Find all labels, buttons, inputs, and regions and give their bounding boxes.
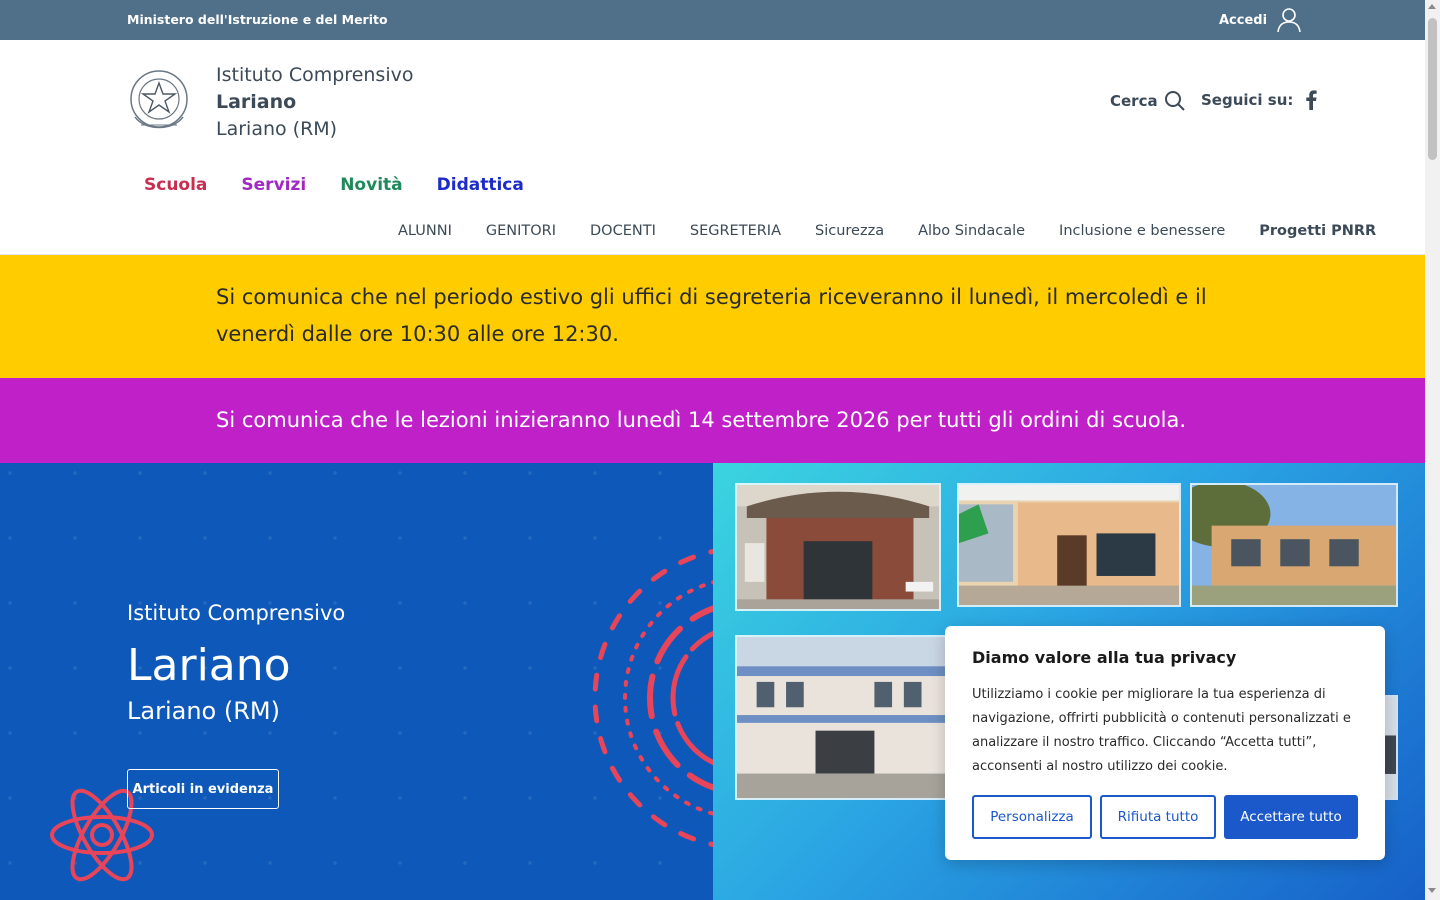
featured-articles-button[interactable]: Articoli in evidenza [127, 769, 279, 809]
cookie-reject-button[interactable]: Rifiuta tutto [1100, 795, 1216, 839]
cookie-customize-button[interactable]: Personalizza [972, 795, 1092, 839]
cookie-accept-button[interactable]: Accettare tutto [1224, 795, 1358, 839]
follow-label: Seguici su: [1201, 91, 1294, 109]
ministry-link[interactable]: Ministero dell'Istruzione e del Merito [127, 12, 388, 27]
subnav-segreteria[interactable]: SEGRETERIA [690, 223, 781, 239]
school-location: Lariano (RM) [216, 118, 338, 140]
notice-text: Si comunica che le lezioni inizieranno l… [216, 408, 1187, 432]
top-bar: Ministero dell'Istruzione e del Merito A… [0, 0, 1425, 40]
school-photo-main-building [735, 635, 951, 800]
subnav-genitori[interactable]: GENITORI [486, 223, 556, 239]
scrollbar-thumb[interactable] [1428, 18, 1437, 160]
social-follow: Seguici su: [1201, 90, 1318, 110]
cookie-title: Diamo valore alla tua privacy [972, 648, 1237, 667]
hero-title-block: Istituto Comprensivo Lariano Lariano (RM… [127, 601, 345, 725]
subnav-inclusione[interactable]: Inclusione e benessere [1059, 223, 1225, 239]
secondary-nav: ALUNNI GENITORI DOCENTI SEGRETERIA Sicur… [398, 223, 1376, 239]
republic-emblem-icon [130, 70, 188, 129]
notice-text: Si comunica che nel periodo estivo gli u… [216, 285, 1207, 346]
user-icon [1277, 8, 1301, 33]
school-photo-courtyard [957, 483, 1181, 607]
page-scrollbar[interactable] [1425, 0, 1440, 900]
subnav-albo-sindacale[interactable]: Albo Sindacale [918, 223, 1025, 239]
subnav-progetti-pnrr[interactable]: Progetti PNRR [1259, 223, 1376, 239]
school-brand[interactable]: Istituto Comprensivo Lariano Lariano (RM… [216, 62, 413, 143]
search-icon [1164, 91, 1185, 111]
notice-banner-school-start: Si comunica che le lezioni inizieranno l… [0, 378, 1425, 463]
hero-left-panel: Istituto Comprensivo Lariano Lariano (RM… [0, 463, 745, 900]
hero-title: Lariano [127, 640, 291, 691]
scroll-down-arrow-icon[interactable] [1428, 888, 1436, 893]
subnav-alunni[interactable]: ALUNNI [398, 223, 452, 239]
search-label: Cerca [1110, 92, 1158, 110]
scroll-up-arrow-icon[interactable] [1428, 4, 1436, 9]
nav-novita[interactable]: Novità [340, 175, 402, 195]
nav-scuola[interactable]: Scuola [144, 175, 207, 195]
school-photo-entrance [735, 483, 941, 611]
login-button[interactable]: Accedi [1219, 6, 1303, 34]
login-label: Accedi [1219, 12, 1268, 28]
facebook-icon[interactable] [1305, 90, 1318, 110]
notice-banner-office-hours: Si comunica che nel periodo estivo gli u… [0, 255, 1425, 378]
subnav-docenti[interactable]: DOCENTI [590, 223, 656, 239]
hero-subtitle: Istituto Comprensivo [127, 601, 346, 625]
nav-didattica[interactable]: Didattica [437, 175, 524, 195]
search-button[interactable]: Cerca [1110, 90, 1186, 112]
school-type: Istituto Comprensivo [216, 64, 414, 86]
cookie-consent-dialog: Diamo valore alla tua privacy Utilizziam… [945, 626, 1385, 860]
hero-location: Lariano (RM) [127, 697, 280, 725]
nav-servizi[interactable]: Servizi [241, 175, 306, 195]
school-name: Lariano [216, 91, 297, 113]
cookie-text: Utilizziamo i cookie per migliorare la t… [972, 687, 1351, 774]
subnav-sicurezza[interactable]: Sicurezza [815, 223, 884, 239]
site-header: Istituto Comprensivo Lariano Lariano (RM… [0, 40, 1425, 255]
main-nav: Scuola Servizi Novità Didattica [144, 175, 524, 195]
school-photo-building [1190, 483, 1398, 607]
